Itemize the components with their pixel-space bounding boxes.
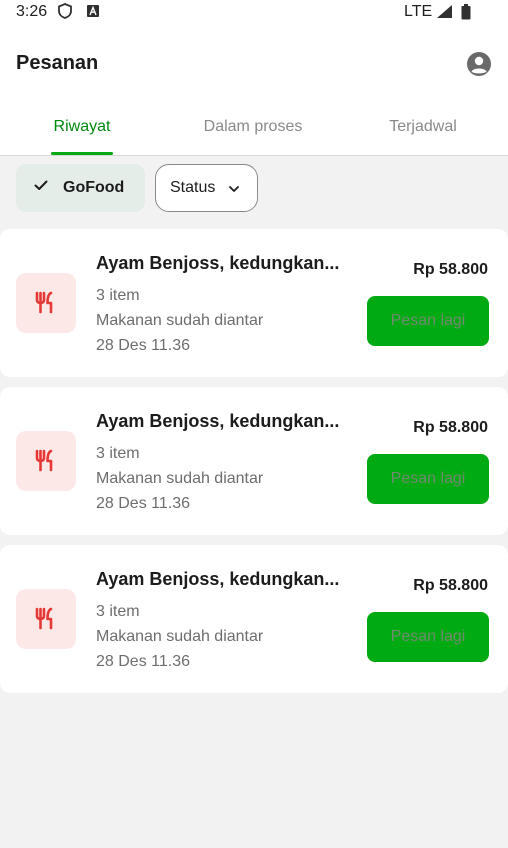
merchant-name: Ayam Benjoss, kedungkan... — [96, 569, 340, 589]
chevron-down-icon — [228, 182, 240, 194]
gofood-filter-chip[interactable]: GoFood — [16, 164, 145, 212]
item-count: 3 item — [96, 287, 140, 304]
order-price: Rp 58.800 — [413, 419, 488, 436]
reorder-button[interactable]: Pesan lagi — [367, 454, 489, 504]
item-count: 3 item — [96, 603, 140, 620]
status-filter-dropdown[interactable]: Status — [155, 164, 258, 212]
order-status: Makanan sudah diantar — [96, 470, 264, 487]
tab-dalam-proses[interactable]: Dalam proses — [190, 118, 316, 136]
tab-bar: Riwayat Dalam proses Terjadwal — [0, 100, 508, 156]
tab-riwayat[interactable]: Riwayat — [51, 118, 113, 136]
order-date: 28 Des 11.36 — [96, 337, 190, 354]
status-time: 3:26 — [16, 3, 48, 20]
tab-terjadwal[interactable]: Terjadwal — [377, 118, 469, 136]
gofood-filter-label: GoFood — [63, 179, 125, 196]
status-filter-label: Status — [170, 179, 216, 196]
profile-icon[interactable] — [466, 51, 492, 77]
food-icon — [16, 431, 76, 491]
order-price: Rp 58.800 — [413, 577, 488, 594]
order-status: Makanan sudah diantar — [96, 628, 264, 645]
network-label: LTE — [404, 3, 433, 20]
notification-icon — [86, 4, 100, 23]
divider — [0, 155, 508, 156]
order-card[interactable]: Ayam Benjoss, kedungkan... Rp 58.800 3 i… — [0, 545, 508, 693]
reorder-button[interactable]: Pesan lagi — [367, 612, 489, 662]
food-icon — [16, 589, 76, 649]
order-date: 28 Des 11.36 — [96, 495, 190, 512]
status-bar: 3:26 LTE — [0, 0, 508, 26]
reorder-button[interactable]: Pesan lagi — [367, 296, 489, 346]
merchant-name: Ayam Benjoss, kedungkan... — [96, 253, 340, 273]
signal-icon — [436, 4, 453, 24]
battery-icon — [461, 4, 471, 25]
order-card[interactable]: Ayam Benjoss, kedungkan... Rp 58.800 3 i… — [0, 229, 508, 377]
merchant-name: Ayam Benjoss, kedungkan... — [96, 411, 340, 431]
item-count: 3 item — [96, 445, 140, 462]
shield-icon — [58, 3, 72, 24]
order-card[interactable]: Ayam Benjoss, kedungkan... Rp 58.800 3 i… — [0, 387, 508, 535]
page-title: Pesanan — [16, 52, 99, 74]
order-status: Makanan sudah diantar — [96, 312, 264, 329]
food-icon — [16, 273, 76, 333]
order-date: 28 Des 11.36 — [96, 653, 190, 670]
check-icon — [33, 177, 49, 193]
top-bar: 3:26 LTE Pesanan Riwayat Dalam proses Te… — [0, 0, 508, 156]
order-price: Rp 58.800 — [413, 261, 488, 278]
